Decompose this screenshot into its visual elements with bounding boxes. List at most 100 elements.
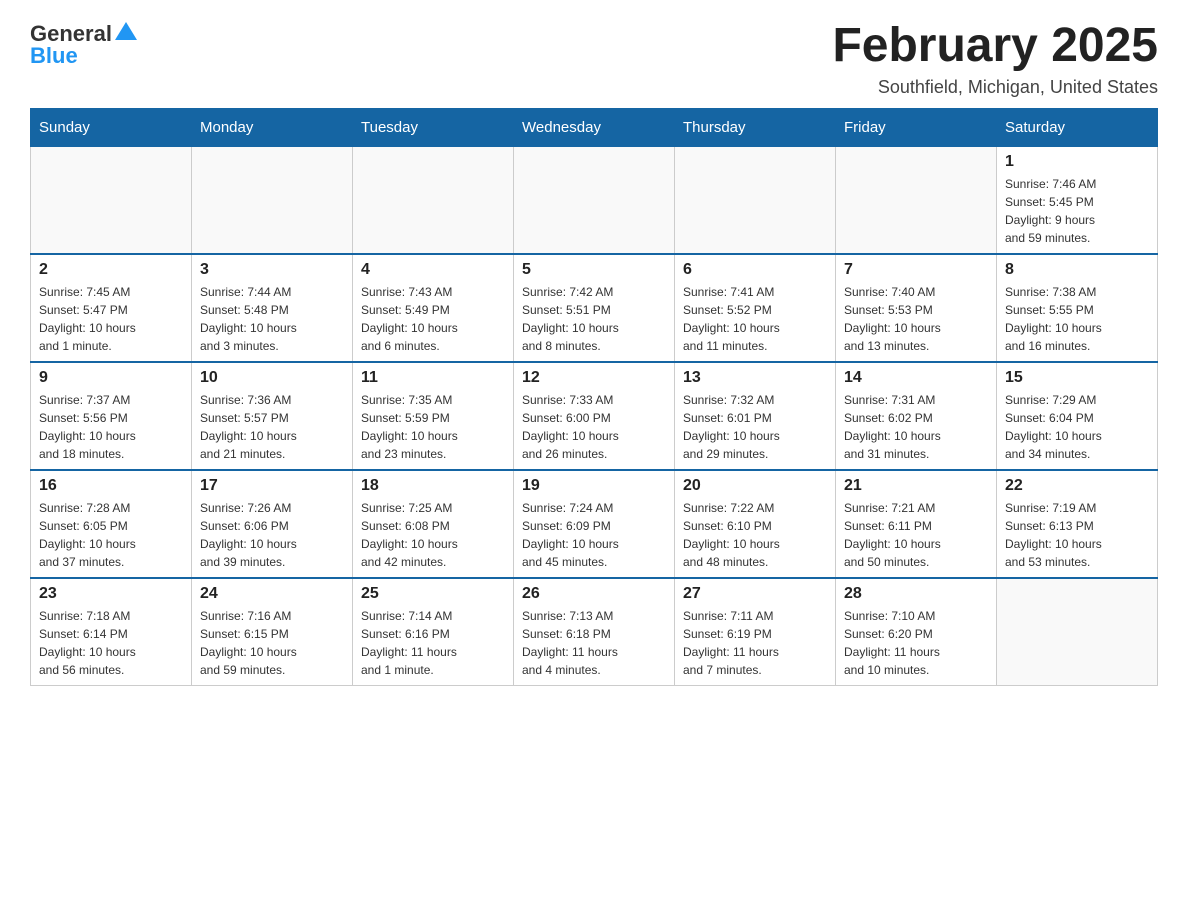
day-number: 3 — [200, 261, 344, 279]
day-info: Sunrise: 7:16 AMSunset: 6:15 PMDaylight:… — [200, 607, 344, 679]
weekday-header-row: SundayMondayTuesdayWednesdayThursdayFrid… — [31, 108, 1158, 146]
day-number: 9 — [39, 369, 183, 387]
calendar-cell: 13 Sunrise: 7:32 AMSunset: 6:01 PMDayligh… — [675, 362, 836, 470]
calendar-cell: 7 Sunrise: 7:40 AMSunset: 5:53 PMDaylight… — [836, 254, 997, 362]
page-header: General Blue February 2025 Southfield, M… — [30, 20, 1158, 98]
day-info: Sunrise: 7:42 AMSunset: 5:51 PMDaylight:… — [522, 283, 666, 355]
calendar-cell: 15 Sunrise: 7:29 AMSunset: 6:04 PMDayligh… — [997, 362, 1158, 470]
day-number: 26 — [522, 585, 666, 603]
day-number: 25 — [361, 585, 505, 603]
calendar-cell: 14 Sunrise: 7:31 AMSunset: 6:02 PMDayligh… — [836, 362, 997, 470]
day-number: 16 — [39, 477, 183, 495]
calendar-cell: 6 Sunrise: 7:41 AMSunset: 5:52 PMDaylight… — [675, 254, 836, 362]
day-info: Sunrise: 7:24 AMSunset: 6:09 PMDaylight:… — [522, 499, 666, 571]
weekday-header-wednesday: Wednesday — [514, 108, 675, 146]
weekday-header-monday: Monday — [192, 108, 353, 146]
day-info: Sunrise: 7:18 AMSunset: 6:14 PMDaylight:… — [39, 607, 183, 679]
day-number: 7 — [844, 261, 988, 279]
logo: General Blue — [30, 20, 137, 69]
calendar-week-row: 23 Sunrise: 7:18 AMSunset: 6:14 PMDayligh… — [31, 578, 1158, 686]
calendar-cell: 20 Sunrise: 7:22 AMSunset: 6:10 PMDayligh… — [675, 470, 836, 578]
calendar-cell: 12 Sunrise: 7:33 AMSunset: 6:00 PMDayligh… — [514, 362, 675, 470]
weekday-header-sunday: Sunday — [31, 108, 192, 146]
calendar-cell: 9 Sunrise: 7:37 AMSunset: 5:56 PMDaylight… — [31, 362, 192, 470]
day-info: Sunrise: 7:25 AMSunset: 6:08 PMDaylight:… — [361, 499, 505, 571]
day-info: Sunrise: 7:10 AMSunset: 6:20 PMDaylight:… — [844, 607, 988, 679]
day-info: Sunrise: 7:11 AMSunset: 6:19 PMDaylight:… — [683, 607, 827, 679]
day-info: Sunrise: 7:36 AMSunset: 5:57 PMDaylight:… — [200, 391, 344, 463]
day-number: 17 — [200, 477, 344, 495]
day-info: Sunrise: 7:37 AMSunset: 5:56 PMDaylight:… — [39, 391, 183, 463]
day-number: 14 — [844, 369, 988, 387]
calendar-cell — [514, 146, 675, 254]
day-info: Sunrise: 7:41 AMSunset: 5:52 PMDaylight:… — [683, 283, 827, 355]
day-number: 22 — [1005, 477, 1149, 495]
day-info: Sunrise: 7:21 AMSunset: 6:11 PMDaylight:… — [844, 499, 988, 571]
calendar-cell: 8Sunrise: 7:38 AMSunset: 5:55 PMDaylight… — [997, 254, 1158, 362]
calendar-cell: 26 Sunrise: 7:13 AMSunset: 6:18 PMDayligh… — [514, 578, 675, 686]
calendar-cell: 11 Sunrise: 7:35 AMSunset: 5:59 PMDayligh… — [353, 362, 514, 470]
day-info: Sunrise: 7:28 AMSunset: 6:05 PMDaylight:… — [39, 499, 183, 571]
calendar-cell: 21Sunrise: 7:21 AMSunset: 6:11 PMDayligh… — [836, 470, 997, 578]
calendar-cell: 28 Sunrise: 7:10 AMSunset: 6:20 PMDayligh… — [836, 578, 997, 686]
day-info: Sunrise: 7:45 AMSunset: 5:47 PMDaylight:… — [39, 283, 183, 355]
day-info: Sunrise: 7:33 AMSunset: 6:00 PMDaylight:… — [522, 391, 666, 463]
day-info: Sunrise: 7:44 AMSunset: 5:48 PMDaylight:… — [200, 283, 344, 355]
weekday-header-tuesday: Tuesday — [353, 108, 514, 146]
day-info: Sunrise: 7:29 AMSunset: 6:04 PMDaylight:… — [1005, 391, 1149, 463]
calendar-cell: 25 Sunrise: 7:14 AMSunset: 6:16 PMDayligh… — [353, 578, 514, 686]
day-number: 12 — [522, 369, 666, 387]
day-number: 19 — [522, 477, 666, 495]
day-info: Sunrise: 7:46 AMSunset: 5:45 PMDaylight:… — [1005, 175, 1149, 247]
calendar-week-row: 9 Sunrise: 7:37 AMSunset: 5:56 PMDaylight… — [31, 362, 1158, 470]
day-info: Sunrise: 7:40 AMSunset: 5:53 PMDaylight:… — [844, 283, 988, 355]
day-number: 6 — [683, 261, 827, 279]
day-info: Sunrise: 7:22 AMSunset: 6:10 PMDaylight:… — [683, 499, 827, 571]
day-number: 23 — [39, 585, 183, 603]
calendar-cell: 16 Sunrise: 7:28 AMSunset: 6:05 PMDayligh… — [31, 470, 192, 578]
day-info: Sunrise: 7:35 AMSunset: 5:59 PMDaylight:… — [361, 391, 505, 463]
calendar-cell: 5 Sunrise: 7:42 AMSunset: 5:51 PMDaylight… — [514, 254, 675, 362]
calendar-cell — [675, 146, 836, 254]
calendar-cell: 19 Sunrise: 7:24 AMSunset: 6:09 PMDayligh… — [514, 470, 675, 578]
day-number: 15 — [1005, 369, 1149, 387]
day-info: Sunrise: 7:26 AMSunset: 6:06 PMDaylight:… — [200, 499, 344, 571]
day-number: 5 — [522, 261, 666, 279]
day-number: 10 — [200, 369, 344, 387]
day-number: 27 — [683, 585, 827, 603]
day-number: 11 — [361, 369, 505, 387]
calendar-week-row: 2Sunrise: 7:45 AMSunset: 5:47 PMDaylight… — [31, 254, 1158, 362]
calendar-cell: 10 Sunrise: 7:36 AMSunset: 5:57 PMDayligh… — [192, 362, 353, 470]
day-number: 18 — [361, 477, 505, 495]
day-info: Sunrise: 7:13 AMSunset: 6:18 PMDaylight:… — [522, 607, 666, 679]
day-info: Sunrise: 7:43 AMSunset: 5:49 PMDaylight:… — [361, 283, 505, 355]
calendar-week-row: 1 Sunrise: 7:46 AMSunset: 5:45 PMDaylight… — [31, 146, 1158, 254]
calendar-cell: 22Sunrise: 7:19 AMSunset: 6:13 PMDayligh… — [997, 470, 1158, 578]
day-number: 20 — [683, 477, 827, 495]
calendar-week-row: 16 Sunrise: 7:28 AMSunset: 6:05 PMDayligh… — [31, 470, 1158, 578]
calendar-cell: 4Sunrise: 7:43 AMSunset: 5:49 PMDaylight… — [353, 254, 514, 362]
calendar-cell: 18 Sunrise: 7:25 AMSunset: 6:08 PMDayligh… — [353, 470, 514, 578]
day-number: 28 — [844, 585, 988, 603]
title-block: February 2025 Southfield, Michigan, Unit… — [832, 20, 1158, 98]
day-info: Sunrise: 7:14 AMSunset: 6:16 PMDaylight:… — [361, 607, 505, 679]
logo-blue-text: Blue — [30, 43, 78, 69]
day-info: Sunrise: 7:38 AMSunset: 5:55 PMDaylight:… — [1005, 283, 1149, 355]
day-number: 13 — [683, 369, 827, 387]
logo-triangle-icon — [115, 20, 137, 42]
calendar-table: SundayMondayTuesdayWednesdayThursdayFrid… — [30, 108, 1158, 686]
day-number: 24 — [200, 585, 344, 603]
calendar-cell — [836, 146, 997, 254]
calendar-cell — [31, 146, 192, 254]
calendar-cell: 3 Sunrise: 7:44 AMSunset: 5:48 PMDaylight… — [192, 254, 353, 362]
calendar-cell: 23 Sunrise: 7:18 AMSunset: 6:14 PMDayligh… — [31, 578, 192, 686]
calendar-cell: 2Sunrise: 7:45 AMSunset: 5:47 PMDaylight… — [31, 254, 192, 362]
weekday-header-thursday: Thursday — [675, 108, 836, 146]
day-number: 1 — [1005, 153, 1149, 171]
month-title: February 2025 — [832, 20, 1158, 73]
calendar-cell: 24 Sunrise: 7:16 AMSunset: 6:15 PMDayligh… — [192, 578, 353, 686]
calendar-cell: 1 Sunrise: 7:46 AMSunset: 5:45 PMDaylight… — [997, 146, 1158, 254]
location-subtitle: Southfield, Michigan, United States — [832, 77, 1158, 98]
day-info: Sunrise: 7:31 AMSunset: 6:02 PMDaylight:… — [844, 391, 988, 463]
day-info: Sunrise: 7:32 AMSunset: 6:01 PMDaylight:… — [683, 391, 827, 463]
